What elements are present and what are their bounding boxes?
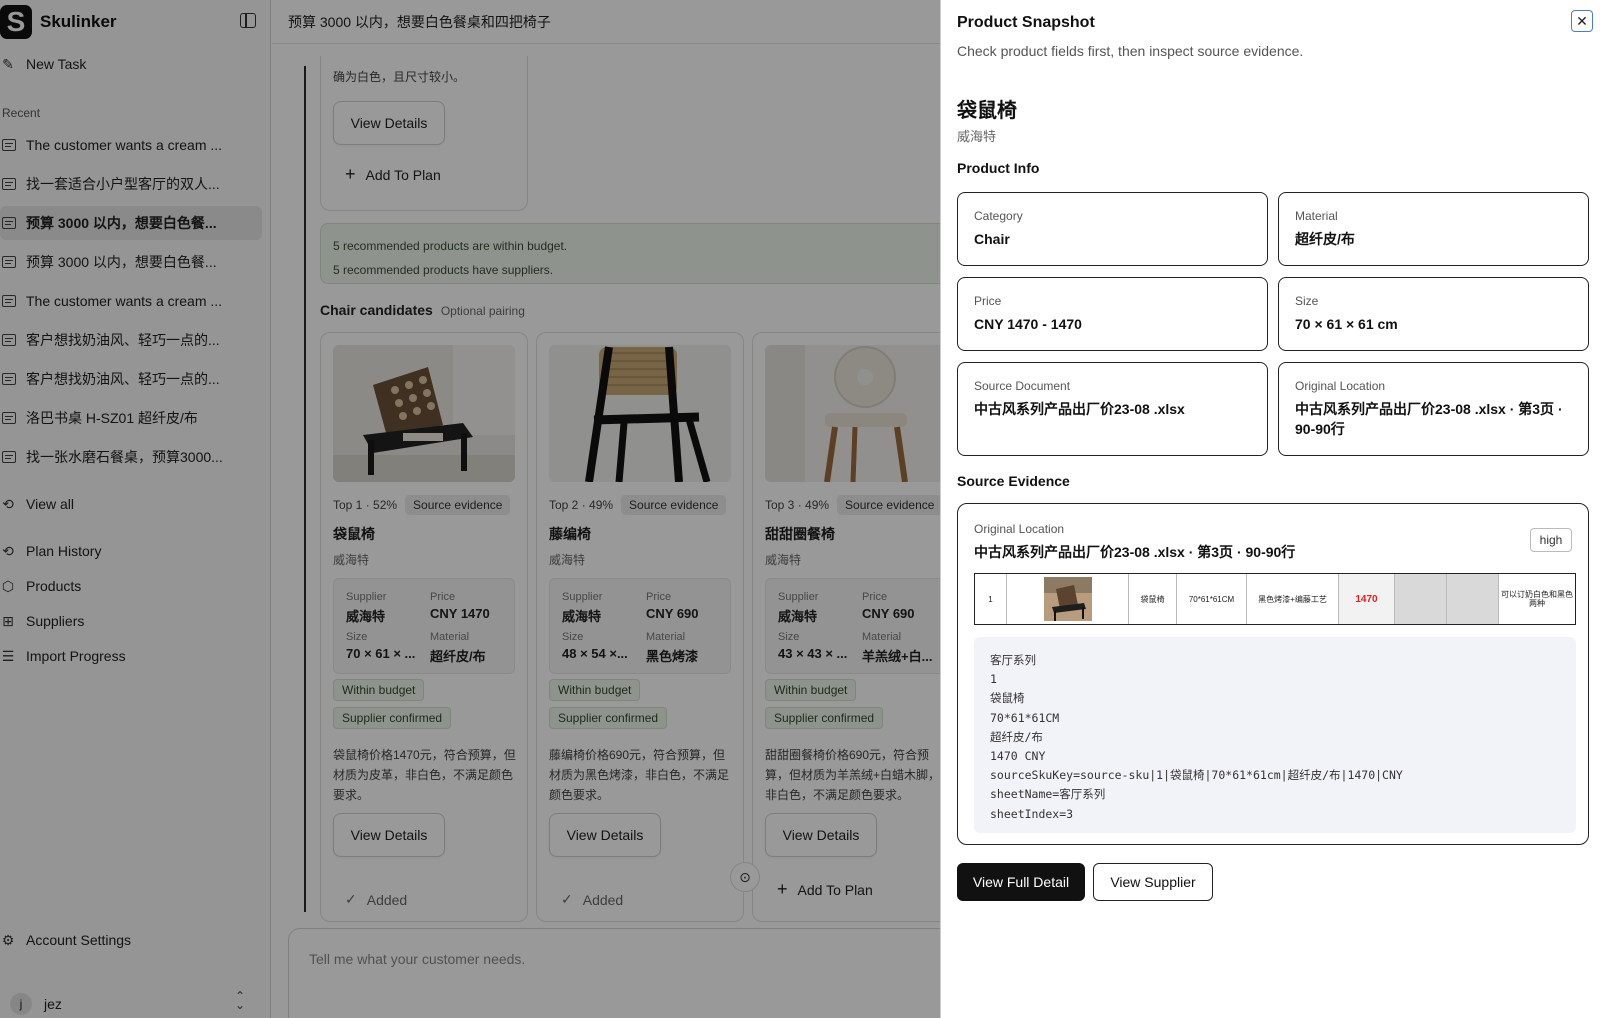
field-price: Price CNY 1470 - 1470 [957, 277, 1268, 351]
source-evidence-heading: Source Evidence [957, 473, 1070, 489]
raw-line: 1 [990, 672, 997, 687]
close-icon[interactable]: ✕ [1571, 10, 1593, 32]
field-value: 70 × 61 × 61 cm [1295, 316, 1398, 332]
product-name: 袋鼠椅 [957, 100, 1017, 122]
sheet-image-cell [1007, 574, 1129, 624]
field-source-document: Source Document 中古风系列产品出厂价23-08 .xlsx [957, 362, 1268, 456]
product-info-heading: Product Info [957, 160, 1040, 176]
field-material: Material 超纤皮/布 [1278, 192, 1589, 266]
raw-line: 客厅系列 [990, 653, 1036, 667]
product-snapshot-drawer: ✕ Product Snapshot Check product fields … [940, 0, 1600, 1018]
field-label: Source Document [974, 379, 1071, 393]
view-supplier-button[interactable]: View Supplier [1093, 863, 1213, 901]
sheet-cell: 1 [975, 574, 1007, 624]
field-label: Price [974, 294, 1002, 308]
raw-line: 70*61*61CM [990, 710, 1060, 725]
field-label: Material [1295, 209, 1338, 223]
confidence-badge: high [1530, 528, 1572, 552]
sheet-cell: 可以订奶白色和黑色两种 [1501, 590, 1573, 608]
source-evidence-panel: Original Location 中古风系列产品出厂价23-08 .xlsx … [957, 503, 1589, 845]
raw-line: 超纤皮/布 [990, 729, 1043, 744]
sheet-cell [1395, 574, 1447, 624]
raw-line: sheetName=客厅系列 [990, 787, 1106, 802]
spreadsheet-snippet[interactable]: 1 袋鼠椅 70*61*61CM 黑色烤漆+编藤工艺 1470 可以订奶白色和黑… [974, 573, 1576, 625]
modal-backdrop[interactable] [0, 0, 940, 1018]
field-size: Size 70 × 61 × 61 cm [1278, 277, 1589, 351]
raw-line: 袋鼠椅 [990, 691, 1025, 706]
drawer-subtitle: Check product fields first, then inspect… [957, 43, 1304, 59]
sheet-cell: 70*61*61CM [1177, 574, 1247, 624]
field-value: CNY 1470 - 1470 [974, 316, 1082, 332]
field-value: 中古风系列产品出厂价23-08 .xlsx [974, 401, 1185, 417]
field-value: 中古风系列产品出厂价23-08 .xlsx · 第3页 · 90-90行 [1295, 401, 1563, 437]
raw-line: 1470 CNY [990, 749, 1046, 764]
evidence-location: 中古风系列产品出厂价23-08 .xlsx · 第3页 · 90-90行 [974, 544, 1296, 560]
field-label: Size [1295, 294, 1319, 308]
raw-line: sourceSkuKey=source-sku|1|袋鼠椅|70*61*61cm… [990, 768, 1403, 783]
field-label: Category [974, 209, 1023, 223]
drawer-title: Product Snapshot [957, 14, 1095, 31]
view-full-detail-button[interactable]: View Full Detail [957, 863, 1085, 901]
field-value: Chair [974, 231, 1010, 247]
field-value: 超纤皮/布 [1295, 231, 1355, 247]
sheet-price-cell: 1470 [1339, 574, 1395, 624]
chair-thumbnail [1043, 577, 1092, 621]
sheet-cell: 袋鼠椅 [1129, 574, 1177, 624]
raw-line: sheetIndex=3 [990, 806, 1074, 821]
sheet-cell: 黑色烤漆+编藤工艺 [1247, 574, 1339, 624]
sheet-cell [1447, 574, 1499, 624]
product-brand: 威海特 [957, 129, 997, 144]
field-category: Category Chair [957, 192, 1268, 266]
raw-source-text: 客厅系列 1 袋鼠椅 70*61*61CM 超纤皮/布 1470 CNY sourceSku… [974, 637, 1576, 833]
field-original-location: Original Location 中古风系列产品出厂价23-08 .xlsx … [1278, 362, 1589, 456]
field-label: Original Location [1295, 379, 1386, 393]
evidence-label: Original Location [974, 522, 1065, 536]
